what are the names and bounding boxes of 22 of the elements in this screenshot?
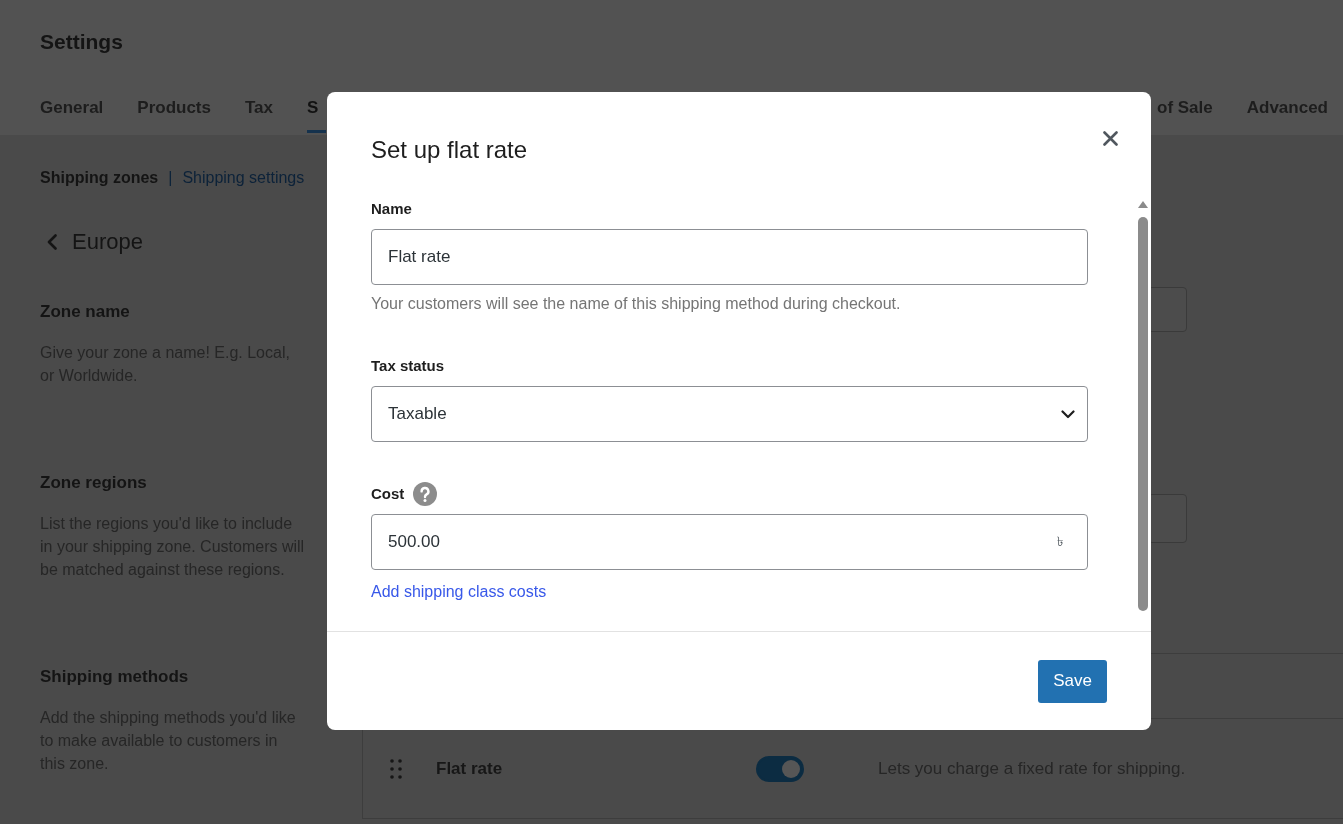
field-label: Cost xyxy=(371,484,405,504)
select-field[interactable]: Taxable xyxy=(371,386,1088,442)
field-label: Tax status xyxy=(371,356,445,376)
drag-handle-icon[interactable] xyxy=(390,757,402,780)
chevron-down-icon xyxy=(1061,409,1075,419)
save-button[interactable]: Save xyxy=(1038,659,1107,703)
scrollbar-thumb[interactable] xyxy=(1137,217,1148,611)
help-icon[interactable] xyxy=(413,482,438,506)
add-costs-link[interactable]: Add shipping class costs xyxy=(371,582,547,602)
subnav-link[interactable]: Shipping settings xyxy=(182,167,305,189)
field-label: Name xyxy=(371,199,412,219)
text-field[interactable] xyxy=(1148,287,1187,332)
dialog-title: Set up flat rate xyxy=(371,135,528,165)
text-field[interactable]: Flat rate xyxy=(371,229,1088,285)
help-text: Your customers will see the name of this shipping method during checkout. xyxy=(371,294,901,314)
page-title: Settings xyxy=(40,29,123,55)
chevron-left-icon[interactable] xyxy=(47,234,57,250)
separator-text: | xyxy=(168,168,173,188)
region-field[interactable] xyxy=(1148,494,1187,543)
scroll-up-icon[interactable] xyxy=(1137,201,1148,208)
currency-symbol: ৳ xyxy=(1057,533,1063,551)
toggle-switch[interactable] xyxy=(756,755,804,782)
